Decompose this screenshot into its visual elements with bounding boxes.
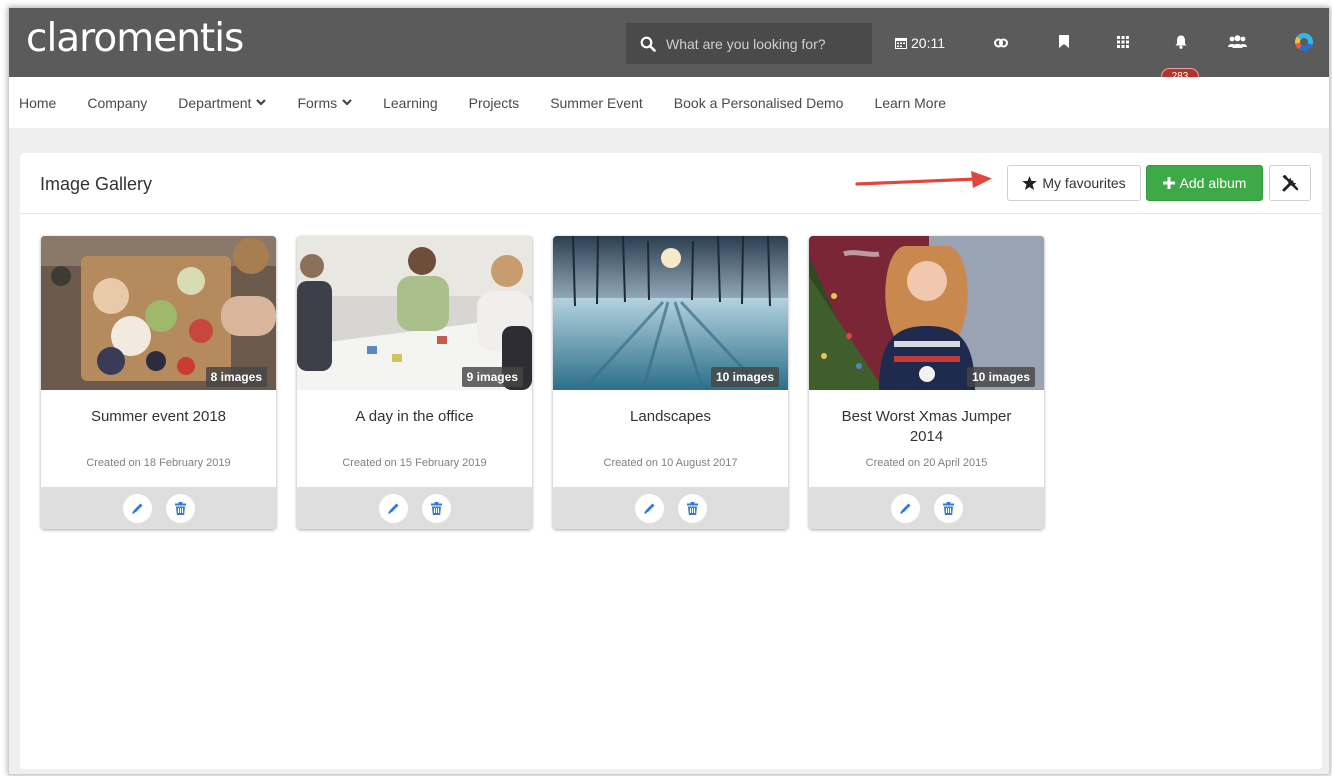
nav-item-projects[interactable]: Projects — [469, 95, 520, 111]
image-count-badge: 8 images — [205, 367, 267, 387]
nav-item-learning[interactable]: Learning — [383, 95, 438, 111]
apps-grid-icon[interactable] — [1117, 36, 1129, 48]
nav-item-summer-event[interactable]: Summer Event — [550, 95, 643, 111]
pencil-icon — [643, 503, 654, 514]
plus-icon — [1162, 177, 1175, 189]
delete-album-button[interactable] — [933, 493, 963, 523]
image-count-badge: 9 images — [461, 367, 523, 387]
add-album-button[interactable]: Add album — [1146, 165, 1263, 201]
trash-icon — [430, 501, 442, 515]
delete-album-button[interactable] — [677, 493, 707, 523]
pencil-icon — [387, 503, 398, 514]
pencil-icon — [131, 503, 142, 514]
link-icon[interactable] — [994, 38, 1008, 48]
album-created-date: Created on 18 February 2019 — [86, 457, 231, 469]
album-actions — [41, 487, 276, 529]
edit-album-button[interactable] — [378, 493, 408, 523]
nav-item-home[interactable]: Home — [19, 95, 56, 111]
nav-item-company[interactable]: Company — [87, 95, 147, 111]
bell-icon[interactable] — [1175, 35, 1187, 49]
main-nav: Home Company Department Forms Learning P… — [9, 77, 1329, 128]
edit-album-button[interactable] — [122, 493, 152, 523]
search-box[interactable] — [626, 23, 872, 64]
album-created-date: Created on 10 August 2017 — [603, 457, 738, 469]
album-card[interactable]: 8 images Summer event 2018 Created on 18… — [41, 236, 276, 529]
star-icon — [1022, 176, 1038, 190]
nav-item-forms[interactable]: Forms — [297, 95, 352, 111]
logo[interactable]: claromentis — [26, 16, 244, 61]
top-bar: claromentis 20:11 — [9, 8, 1329, 85]
album-title[interactable]: Landscapes — [568, 407, 773, 427]
delete-album-button[interactable] — [421, 493, 451, 523]
app-window: claromentis 20:11 — [8, 7, 1330, 775]
image-count-badge: 10 images — [710, 367, 779, 387]
annotation-arrow — [855, 171, 992, 188]
edit-album-button[interactable] — [890, 493, 920, 523]
image-count-badge: 10 images — [966, 367, 1035, 387]
trash-icon — [174, 501, 186, 515]
panel-header: Image Gallery My favourites Add album — [20, 153, 1322, 214]
tools-button[interactable] — [1269, 165, 1311, 201]
album-actions — [297, 487, 532, 529]
album-created-date: Created on 15 February 2019 — [342, 457, 487, 469]
image-gallery-panel: Image Gallery My favourites Add album 8 … — [20, 153, 1322, 769]
my-favourites-button[interactable]: My favourites — [1007, 165, 1141, 201]
search-input[interactable] — [666, 35, 856, 52]
album-actions — [809, 487, 1044, 529]
album-title[interactable]: Summer event 2018 — [56, 407, 261, 427]
trash-icon — [942, 501, 954, 515]
album-title[interactable]: Best Worst Xmas Jumper 2014 — [824, 407, 1029, 447]
chevron-down-icon — [342, 99, 352, 106]
album-created-date: Created on 20 April 2015 — [865, 457, 988, 469]
delete-album-button[interactable] — [165, 493, 195, 523]
nav-item-book-demo[interactable]: Book a Personalised Demo — [674, 95, 844, 111]
pencil-icon — [899, 503, 910, 514]
album-actions — [553, 487, 788, 529]
page-title: Image Gallery — [40, 174, 153, 194]
nav-item-department[interactable]: Department — [178, 95, 267, 111]
album-title[interactable]: A day in the office — [312, 407, 517, 427]
nav-item-learn-more[interactable]: Learn More — [874, 95, 946, 111]
calendar-icon — [895, 38, 907, 49]
user-avatar[interactable] — [1295, 33, 1313, 51]
trash-icon — [686, 501, 698, 515]
search-icon — [640, 36, 656, 52]
album-card[interactable]: 10 images Best Worst Xmas Jumper 2014 Cr… — [809, 236, 1044, 529]
tools-icon — [1282, 174, 1298, 191]
edit-album-button[interactable] — [634, 493, 664, 523]
people-icon[interactable] — [1228, 35, 1247, 48]
chevron-down-icon — [256, 99, 267, 106]
bookmark-icon[interactable] — [1059, 35, 1069, 48]
clock[interactable]: 20:11 — [895, 35, 945, 51]
album-card[interactable]: 9 images A day in the office Created on … — [297, 236, 532, 529]
album-card[interactable]: 10 images Landscapes Created on 10 Augus… — [553, 236, 788, 529]
clock-time: 20:11 — [911, 35, 945, 51]
